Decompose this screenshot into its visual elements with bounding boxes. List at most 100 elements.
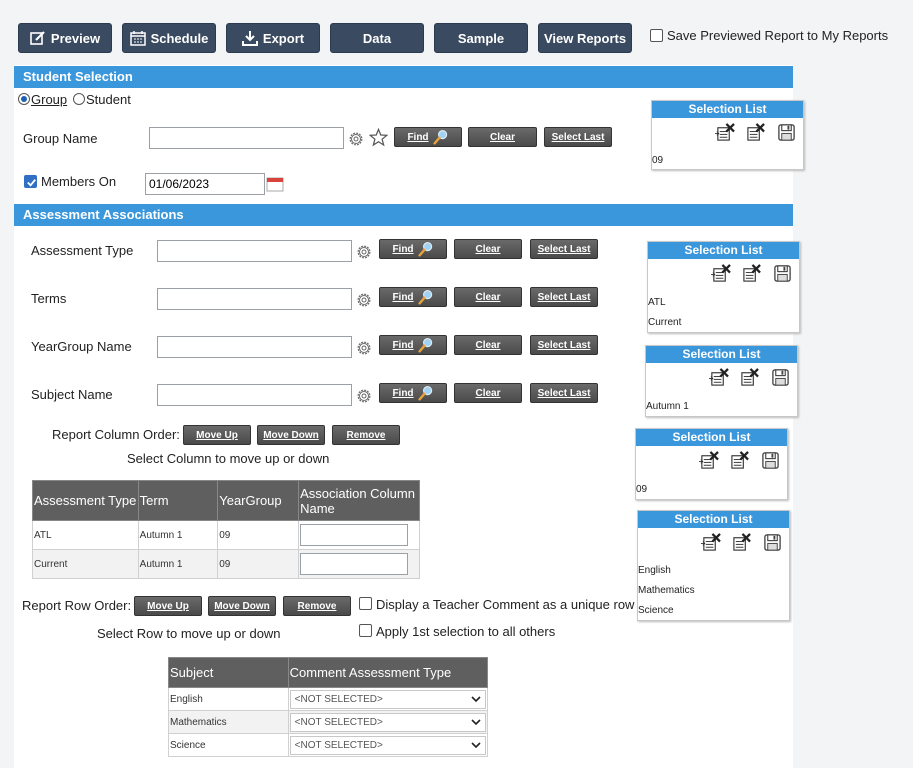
yeargroup-clear-button[interactable]: Clear: [454, 335, 522, 355]
sample-button[interactable]: Sample: [434, 23, 528, 53]
group-find-button[interactable]: Find: [394, 127, 462, 147]
comment-type-select[interactable]: <NOT SELECTED>: [289, 735, 486, 755]
calendar-icon[interactable]: [266, 176, 284, 192]
terms-select-last-button[interactable]: Select Last: [530, 287, 598, 307]
list-item[interactable]: 09: [652, 155, 663, 166]
list-item[interactable]: Current: [648, 317, 681, 328]
terms-find-button[interactable]: Find: [379, 287, 447, 307]
delete-all-icon[interactable]: [741, 264, 762, 283]
column-move-up-button[interactable]: Move Up: [183, 425, 251, 445]
magnifier-icon: [418, 337, 434, 353]
comment-type-select[interactable]: <NOT SELECTED>: [289, 712, 486, 732]
association-column-name-input[interactable]: [300, 524, 409, 546]
select-last-label: Select Last: [537, 387, 591, 399]
gear-icon[interactable]: [355, 243, 373, 261]
star-icon[interactable]: [369, 128, 388, 147]
gear-icon[interactable]: [347, 130, 365, 148]
preview-label: Preview: [50, 30, 101, 46]
assessment-type-select-last-button[interactable]: Select Last: [530, 239, 598, 259]
comment-type-select[interactable]: <NOT SELECTED>: [289, 689, 486, 709]
save-icon[interactable]: [770, 368, 791, 387]
column-remove-button[interactable]: Remove: [332, 425, 400, 445]
list-item[interactable]: Science: [638, 605, 674, 616]
row-remove-button[interactable]: Remove: [283, 596, 351, 616]
gear-icon[interactable]: [355, 339, 373, 357]
subject-select-last-button[interactable]: Select Last: [530, 383, 598, 403]
group-name-input[interactable]: [149, 127, 344, 149]
subject-name-label: Subject Name: [31, 387, 113, 402]
table-cell: English: [168, 687, 289, 711]
schedule-button[interactable]: Schedule: [122, 23, 216, 53]
assessment-type-clear-button[interactable]: Clear: [454, 239, 522, 259]
list-item[interactable]: ATL: [648, 297, 666, 308]
save-icon[interactable]: [762, 533, 783, 552]
association-table: Assessment Type Term YearGroup Associati…: [32, 480, 420, 579]
column-header[interactable]: Association Column Name: [298, 480, 420, 521]
delete-selected-icon[interactable]: [708, 368, 729, 387]
list-item[interactable]: Autumn 1: [646, 401, 689, 412]
table-row[interactable]: Current Autumn 1 09: [32, 549, 420, 579]
column-header[interactable]: Term: [137, 480, 219, 521]
terms-clear-button[interactable]: Clear: [454, 287, 522, 307]
display-teacher-comment-checkbox[interactable]: [359, 597, 372, 610]
assessment-type-find-button[interactable]: Find: [379, 239, 447, 259]
group-select-last-button[interactable]: Select Last: [544, 127, 612, 147]
yeargroup-select-last-button[interactable]: Select Last: [530, 335, 598, 355]
save-previewed-checkbox[interactable]: [650, 29, 663, 42]
column-move-down-button[interactable]: Move Down: [257, 425, 325, 445]
delete-selected-icon[interactable]: [698, 451, 719, 470]
gear-icon[interactable]: [355, 291, 373, 309]
save-icon[interactable]: [776, 123, 797, 142]
student-radio[interactable]: [73, 93, 85, 105]
delete-all-icon[interactable]: [739, 368, 760, 387]
remove-label: Remove: [346, 429, 386, 441]
gear-icon[interactable]: [355, 387, 373, 405]
table-cell: Science: [168, 733, 289, 757]
subject-name-input[interactable]: [157, 384, 352, 406]
column-header[interactable]: Assessment Type: [32, 480, 139, 521]
table-cell: ATL: [32, 520, 139, 550]
members-on-date-input[interactable]: [145, 173, 265, 195]
move-down-label: Move Down: [214, 600, 270, 612]
apply-first-selection-checkbox[interactable]: [359, 624, 372, 637]
preview-button[interactable]: Preview: [18, 23, 112, 53]
selection-list-title: Selection List: [646, 346, 797, 363]
group-radio[interactable]: [18, 93, 30, 105]
row-move-up-button[interactable]: Move Up: [134, 596, 202, 616]
yeargroup-name-input[interactable]: [157, 336, 352, 358]
selection-list-yeargroup: Selection List 09: [635, 428, 788, 500]
magnifier-icon: [433, 129, 449, 145]
table-row[interactable]: ATL Autumn 1 09: [32, 520, 420, 550]
terms-input[interactable]: [157, 288, 352, 310]
check-icon: [27, 179, 36, 187]
save-icon[interactable]: [760, 451, 781, 470]
group-clear-button[interactable]: Clear: [468, 127, 537, 147]
yeargroup-find-button[interactable]: Find: [379, 335, 447, 355]
delete-all-icon[interactable]: [729, 451, 750, 470]
members-on-checkbox[interactable]: [24, 175, 37, 188]
edit-icon: [30, 31, 45, 45]
export-button[interactable]: Export: [226, 23, 320, 53]
view-reports-button[interactable]: View Reports: [538, 23, 632, 53]
data-button[interactable]: Data: [330, 23, 424, 53]
list-item[interactable]: 09: [636, 484, 647, 495]
subject-clear-button[interactable]: Clear: [454, 383, 522, 403]
association-column-name-input[interactable]: [300, 553, 409, 575]
list-item[interactable]: Mathematics: [638, 585, 695, 596]
column-header[interactable]: YearGroup: [217, 480, 300, 521]
delete-selected-icon[interactable]: [700, 533, 721, 552]
select-value: <NOT SELECTED>: [294, 739, 383, 751]
move-down-label: Move Down: [263, 429, 319, 441]
delete-all-icon[interactable]: [745, 123, 766, 142]
save-icon[interactable]: [772, 264, 793, 283]
delete-selected-icon[interactable]: [714, 123, 735, 142]
delete-all-icon[interactable]: [731, 533, 752, 552]
delete-selected-icon[interactable]: [710, 264, 731, 283]
select-last-label: Select Last: [537, 291, 591, 303]
list-item[interactable]: English: [638, 565, 671, 576]
assessment-associations-header: Assessment Associations: [14, 204, 793, 226]
find-label: Find: [407, 131, 429, 143]
assessment-type-input[interactable]: [157, 240, 352, 262]
row-move-down-button[interactable]: Move Down: [208, 596, 276, 616]
subject-find-button[interactable]: Find: [379, 383, 447, 403]
